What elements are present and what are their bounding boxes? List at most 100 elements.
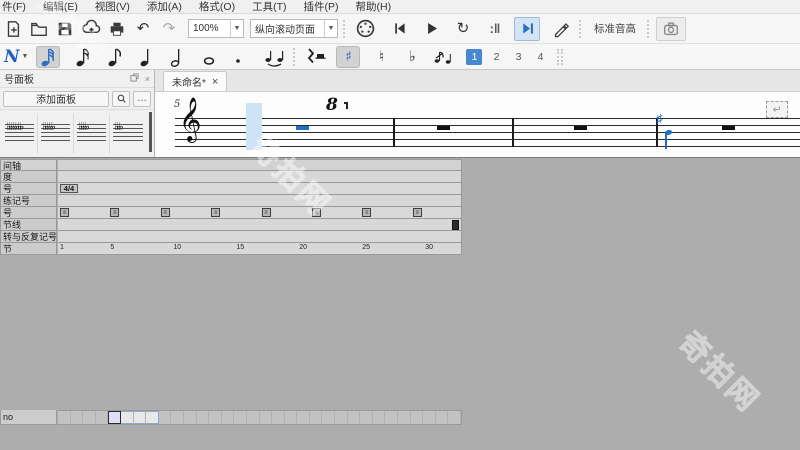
voice-3-button[interactable]: 3 bbox=[510, 49, 526, 65]
play-button[interactable] bbox=[418, 17, 444, 41]
menu-edit[interactable]: 编辑(E) bbox=[43, 0, 78, 14]
note-eighth-button[interactable] bbox=[103, 46, 127, 68]
timeline-measure-cell[interactable] bbox=[310, 411, 323, 424]
timeline-measure-cell[interactable] bbox=[260, 411, 273, 424]
timeline-measure-cell[interactable] bbox=[83, 411, 96, 424]
timeline-measure-cell[interactable] bbox=[234, 411, 247, 424]
palette-cell-key-signature[interactable]: ♭♭♭♭ bbox=[74, 114, 110, 154]
rewind-button[interactable] bbox=[386, 17, 412, 41]
timeline-measure-cell[interactable] bbox=[272, 411, 285, 424]
flat-button[interactable]: ♭ bbox=[400, 46, 424, 68]
timeline-measure-cell[interactable] bbox=[448, 411, 461, 424]
palette-scrollbar[interactable] bbox=[149, 112, 152, 152]
final-barline-cell[interactable] bbox=[452, 220, 459, 230]
close-panel-icon[interactable]: × bbox=[145, 74, 150, 84]
timeline-measure-cell[interactable] bbox=[121, 411, 134, 424]
chevron-down-icon[interactable]: ▼ bbox=[22, 53, 29, 60]
timeline-row-time-signature[interactable]: 4/4 bbox=[58, 183, 462, 195]
measure-rest[interactable] bbox=[574, 126, 587, 130]
timeline-row-label-tempo[interactable]: 度 bbox=[0, 171, 57, 183]
timeline-instrument-row-piano[interactable] bbox=[58, 410, 462, 425]
timeline-measure-cell[interactable] bbox=[71, 411, 84, 424]
time-signature-cell[interactable]: 4/4 bbox=[60, 184, 78, 193]
tab-untitled[interactable]: 未命名* × bbox=[163, 71, 227, 91]
selected-note-sharp[interactable]: ♯ bbox=[656, 111, 663, 126]
rest-button[interactable] bbox=[303, 46, 327, 68]
float-panel-icon[interactable] bbox=[130, 73, 139, 84]
timeline-row-label-jumps-markers[interactable]: 转与反复记号 bbox=[0, 231, 57, 243]
timeline-measure-cell[interactable] bbox=[322, 411, 335, 424]
timeline-measure-cell[interactable] bbox=[285, 411, 298, 424]
timeline-measure-cell[interactable] bbox=[373, 411, 386, 424]
key-signature-event-cell[interactable]: ≡ bbox=[413, 208, 422, 217]
timeline-selected-measure-cell[interactable] bbox=[108, 411, 121, 424]
timeline-measure-cell[interactable] bbox=[209, 411, 222, 424]
timeline-row-barlines[interactable] bbox=[58, 219, 462, 231]
timeline-measure-cell[interactable] bbox=[436, 411, 449, 424]
more-options-button[interactable]: … bbox=[133, 91, 151, 107]
note-16th-button[interactable] bbox=[71, 46, 95, 68]
timeline-measure-cell[interactable] bbox=[146, 411, 159, 424]
key-signature-event-cell[interactable]: ≡ bbox=[362, 208, 371, 217]
new-score-button[interactable] bbox=[0, 17, 26, 41]
tempo-number[interactable]: 8 bbox=[326, 95, 338, 115]
timeline-measure-cell[interactable] bbox=[348, 411, 361, 424]
selected-rest[interactable] bbox=[296, 126, 309, 130]
eighth-rest-mark[interactable] bbox=[344, 102, 348, 109]
timeline-measure-cell[interactable] bbox=[423, 411, 436, 424]
augmentation-dot-button[interactable] bbox=[226, 46, 250, 68]
timeline-row-label-key-signature[interactable]: 号 bbox=[0, 207, 57, 219]
grace-note-button[interactable] bbox=[431, 46, 455, 68]
voice-4-button[interactable]: 4 bbox=[532, 49, 548, 65]
menu-view[interactable]: 视图(V) bbox=[95, 0, 130, 14]
measure-rest[interactable] bbox=[437, 126, 450, 130]
save-online-button[interactable] bbox=[78, 17, 104, 41]
edit-mode-icon[interactable] bbox=[548, 17, 574, 41]
play-repeats-icon[interactable]: :‖ bbox=[482, 17, 508, 41]
timeline-row-jumps-markers[interactable] bbox=[58, 231, 462, 243]
barline[interactable] bbox=[393, 118, 395, 147]
timeline-row-label-rehearsal-marks[interactable]: 练记号 bbox=[0, 195, 57, 207]
key-signature-event-cell[interactable]: ≡ bbox=[262, 208, 271, 217]
search-palettes-button[interactable] bbox=[112, 91, 130, 107]
timeline-row-rehearsal-marks[interactable] bbox=[58, 195, 462, 207]
timeline-measure-cell[interactable] bbox=[184, 411, 197, 424]
score-view[interactable]: 5 𝄞 8 ♯ ↵ bbox=[155, 92, 800, 157]
timeline-measure-cell[interactable] bbox=[335, 411, 348, 424]
timeline-row-measures[interactable]: 151015202530 bbox=[58, 243, 462, 255]
timeline-measure-cell[interactable] bbox=[197, 411, 210, 424]
open-file-button[interactable] bbox=[26, 17, 52, 41]
key-signature-event-cell[interactable]: ≡ bbox=[161, 208, 170, 217]
timeline-row-key-signature[interactable]: ≡≡≡≡≡≡≡≡ bbox=[58, 207, 462, 219]
key-signature-event-cell[interactable]: ≡ bbox=[211, 208, 220, 217]
note-32nd-button[interactable] bbox=[36, 46, 60, 68]
note-input-mode-button[interactable]: N ▼ bbox=[2, 47, 30, 67]
voice-2-button[interactable]: 2 bbox=[488, 49, 504, 65]
key-signature-event-cell[interactable]: ≡ bbox=[110, 208, 119, 217]
menu-format[interactable]: 格式(O) bbox=[199, 0, 235, 14]
timeline-measure-cell[interactable] bbox=[411, 411, 424, 424]
menu-help[interactable]: 帮助(H) bbox=[356, 0, 392, 14]
timeline-measure-cell[interactable] bbox=[171, 411, 184, 424]
timeline-measure-cell[interactable] bbox=[58, 411, 71, 424]
natural-button[interactable]: ♮ bbox=[369, 46, 393, 68]
sharp-button[interactable]: ♯ bbox=[336, 46, 360, 68]
timeline-row-label-time-signature[interactable]: 号 bbox=[0, 183, 57, 195]
voice-1-button[interactable]: 1 bbox=[466, 49, 482, 65]
menu-plugins[interactable]: 插件(P) bbox=[304, 0, 339, 14]
barline[interactable] bbox=[512, 118, 514, 147]
note-quarter-button[interactable] bbox=[135, 46, 159, 68]
note-half-button[interactable] bbox=[166, 46, 190, 68]
measure-rest[interactable] bbox=[722, 126, 735, 130]
timeline-row-label-barlines[interactable]: 节线 bbox=[0, 219, 57, 231]
pan-playback-button[interactable] bbox=[514, 17, 540, 41]
palette-cell-key-signature[interactable]: ♭♭♭♭♭ bbox=[38, 114, 74, 154]
view-mode-dropdown-arrow[interactable]: ▼ bbox=[324, 20, 337, 37]
timeline-measure-cell[interactable] bbox=[297, 411, 310, 424]
menu-tools[interactable]: 工具(T) bbox=[252, 0, 286, 14]
undo-button[interactable]: ↶ bbox=[130, 17, 156, 41]
treble-clef[interactable]: 𝄞 bbox=[179, 100, 201, 138]
save-button[interactable] bbox=[52, 17, 78, 41]
timeline-measure-cell[interactable] bbox=[96, 411, 109, 424]
zoom-dropdown-arrow[interactable]: ▼ bbox=[230, 20, 243, 37]
